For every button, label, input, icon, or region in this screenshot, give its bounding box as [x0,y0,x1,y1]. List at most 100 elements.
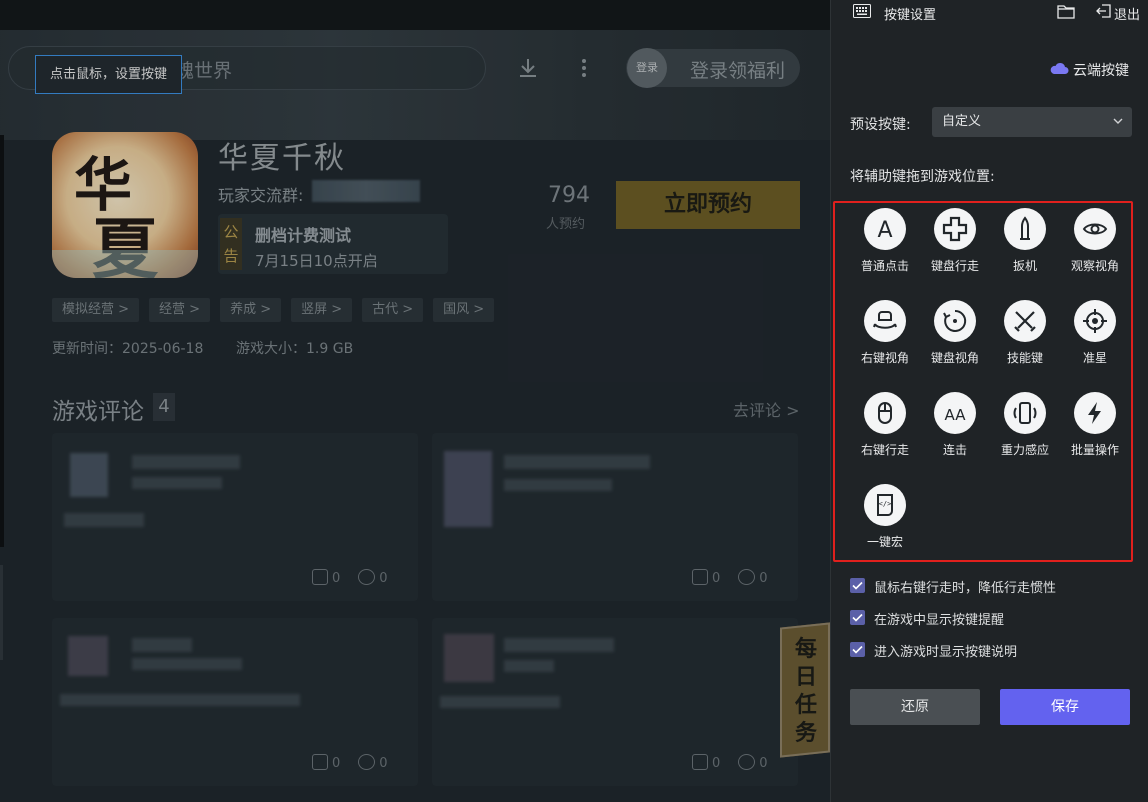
game-icon: 华 夏 [52,132,198,278]
exit-icon[interactable] [1096,3,1112,19]
check-icon [852,613,863,622]
key-macro[interactable]: </> 一键宏 [850,484,920,550]
save-button[interactable]: 保存 [1000,689,1130,725]
exit-button[interactable]: 退出 [1114,4,1140,23]
key-skill[interactable]: 技能键 [990,300,1060,366]
announcement-title: 删档计费测试 [255,226,352,245]
update-time: 更新时间：2025-06-18 [52,341,204,357]
thumbs-up-icon [312,754,328,770]
game-size: 游戏大小：1.9 GB [236,341,354,357]
key-label: 扳机 [1012,259,1037,273]
like-count[interactable]: 0 [312,569,340,586]
key-right-click-walk[interactable]: 右键行走 [850,392,920,458]
title-strip [0,0,830,30]
search-text: 魂世界 [175,60,233,82]
key-click[interactable]: A 普通点击 [850,208,920,274]
like-count[interactable]: 0 [692,754,720,771]
tag[interactable]: 经营 > [149,298,211,322]
key-label: 键盘行走 [930,259,979,273]
key-label: 右键行走 [860,443,909,457]
dpad-icon [942,216,968,242]
reset-button[interactable]: 还原 [850,689,980,725]
check-icon [852,581,863,590]
like-count[interactable]: 0 [312,754,340,771]
comment-icon [358,754,376,770]
comment-count[interactable]: 0 [358,754,388,771]
key-observe-view[interactable]: 观察视角 [1060,208,1130,274]
phone-tilt-icon [1013,402,1037,424]
avatar[interactable]: 登录 [627,48,667,88]
reserve-button[interactable]: 立即预约 [616,181,800,229]
announcement-tag: 公告 [220,218,242,270]
mouse-rotate-icon [873,311,897,329]
key-combo[interactable]: AA 连击 [920,392,990,458]
comment-count[interactable]: 0 [738,754,768,771]
bullet-icon [1020,216,1030,240]
reserve-count: 794 [548,183,590,208]
checkbox-checked[interactable] [850,610,865,625]
side-edge [0,135,4,547]
option-reduce-inertia[interactable]: 鼠标右键行走时，降低行走惯性 [850,577,1120,596]
comment-count[interactable]: 0 [358,569,388,586]
tag[interactable]: 模拟经营 > [52,298,140,322]
key-right-click-view[interactable]: 右键视角 [850,300,920,366]
review-count: 4 [153,393,175,421]
drag-instruction: 将辅助键拖到游戏位置: [850,169,995,185]
key-label: 右键视角 [860,351,909,365]
chevron-down-icon [1113,118,1123,124]
crosshair-icon [1083,309,1107,333]
key-batch[interactable]: 批量操作 [1060,392,1130,458]
comment-icon [738,569,756,585]
option-label: 进入游戏时显示按键说明 [874,645,1018,660]
checkbox-checked[interactable] [850,642,865,657]
tag[interactable]: 竖屏 > [291,298,353,322]
key-label: 连击 [942,443,967,457]
comment-icon [738,754,756,770]
review-card: 0 0 [432,433,798,601]
svg-text:</>: </> [879,500,892,508]
key-label: 批量操作 [1070,443,1119,457]
review-card: 0 0 [432,618,798,786]
key-label: 准星 [1082,351,1107,365]
announcement-date: 7月15日10点开启 [255,252,378,270]
key-trigger[interactable]: 扳机 [990,208,1060,274]
like-count[interactable]: 0 [692,569,720,586]
tag[interactable]: 国风 > [433,298,495,322]
daily-task-text: 每日任务 [794,637,817,746]
tag[interactable]: 养成 > [220,298,282,322]
game-detail-page: 魂世界 点击鼠标，设置按键 登录 登录领福利 华 夏 华夏千秋 玩家交流群: 公… [0,0,830,802]
more-icon[interactable] [574,56,594,80]
login-reward-text[interactable]: 登录领福利 [690,56,785,83]
keyboard-icon [853,4,871,18]
download-icon[interactable] [516,56,540,80]
folder-icon[interactable] [1057,3,1075,19]
review-card: 0 0 [52,433,418,601]
key-label: 一键宏 [866,535,903,549]
cloud-keys-button[interactable]: 云端按键 [1073,60,1129,80]
option-show-key-hints[interactable]: 在游戏中显示按键提醒 [850,609,1120,628]
panel-title: 按键设置 [884,8,937,23]
reserve-count-label: 人预约 [546,217,586,232]
option-show-key-guide[interactable]: 进入游戏时显示按键说明 [850,641,1120,660]
option-label: 鼠标右键行走时，降低行走惯性 [874,581,1057,596]
key-keyboard-walk[interactable]: 键盘行走 [920,208,990,274]
key-label: 观察视角 [1070,259,1119,273]
tag[interactable]: 古代 > [362,298,424,322]
key-crosshair[interactable]: 准星 [1060,300,1130,366]
crossed-swords-icon [1014,311,1036,332]
key-keyboard-view[interactable]: 键盘视角 [920,300,990,366]
check-icon [852,645,863,654]
thumbs-up-icon [312,569,328,585]
tag-list: 模拟经营 > 经营 > 养成 > 竖屏 > 古代 > 国风 > [52,298,495,322]
svg-text:A: A [877,218,892,243]
key-label: 技能键 [1006,351,1043,365]
key-gravity[interactable]: 重力感应 [990,392,1060,458]
rotate-view-icon [943,309,967,332]
preset-select[interactable]: 自定义 [932,107,1132,137]
checkbox-checked[interactable] [850,578,865,593]
comment-count[interactable]: 0 [738,569,768,586]
write-review-link[interactable]: 去评论 > [733,397,800,421]
key-label: 普通点击 [860,259,909,273]
review-card: 0 0 [52,618,418,786]
thumbs-up-icon [692,754,708,770]
